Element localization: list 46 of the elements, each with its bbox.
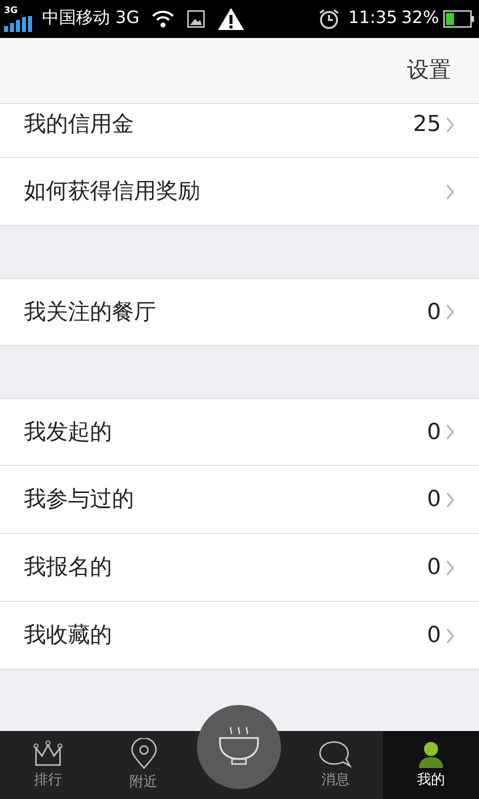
signal-icon [4, 16, 34, 32]
menu-row[interactable]: 如何获得信用奖励 [0, 158, 479, 226]
chevron-icon [445, 303, 455, 321]
row-label: 我收藏的 [24, 622, 113, 650]
chevron-icon [445, 558, 455, 576]
menu-row[interactable]: 我参与过的 0 [0, 466, 479, 534]
menu-row[interactable]: 我发起的 0 [0, 398, 479, 466]
carrier-text: 中国移动 3G [42, 7, 140, 30]
settings-button[interactable]: 设置 [407, 54, 451, 87]
location-pin-icon [130, 738, 158, 770]
row-count: 0 [427, 622, 441, 650]
tab-item[interactable]: 排行 [0, 731, 96, 799]
crown-icon [32, 740, 63, 768]
person-icon [417, 740, 446, 768]
chat-bubble-icon [318, 740, 352, 768]
image-icon [187, 10, 206, 28]
row-count: 25 [413, 111, 441, 139]
menu-row[interactable]: 我关注的餐厅 0 [0, 278, 479, 346]
row-count: 0 [427, 554, 441, 582]
row-label: 我关注的餐厅 [24, 298, 157, 326]
chevron-icon [445, 490, 455, 508]
row-label: 我的信用金 [24, 111, 135, 139]
chevron-icon [445, 626, 455, 644]
wifi-icon [151, 9, 176, 29]
menu-row[interactable]: 我报名的 0 [0, 534, 479, 602]
row-label: 我参与过的 [24, 486, 135, 514]
tab-item[interactable]: 我的 [383, 731, 479, 799]
battery-icon [443, 10, 475, 28]
network-type-label: 3G [4, 6, 18, 16]
row-count: 0 [427, 486, 441, 514]
warning-icon [217, 7, 246, 31]
tab-item[interactable]: 消息 [287, 731, 384, 799]
row-label: 我发起的 [24, 418, 113, 446]
menu-row[interactable]: 我的信用金 25 [0, 104, 479, 158]
chevron-icon [445, 116, 455, 134]
tab-item[interactable]: 附近 [96, 731, 192, 799]
chevron-icon [445, 423, 455, 441]
clock-text: 11:35 [348, 7, 398, 30]
battery-percent: 32% [401, 7, 439, 30]
alarm-icon [318, 8, 340, 30]
row-label: 我报名的 [24, 554, 113, 582]
row-count: 0 [427, 418, 441, 446]
chevron-icon [445, 182, 455, 200]
row-count: 0 [427, 298, 441, 326]
menu-row[interactable]: 我收藏的 0 [0, 602, 479, 670]
row-label: 如何获得信用奖励 [24, 178, 201, 206]
